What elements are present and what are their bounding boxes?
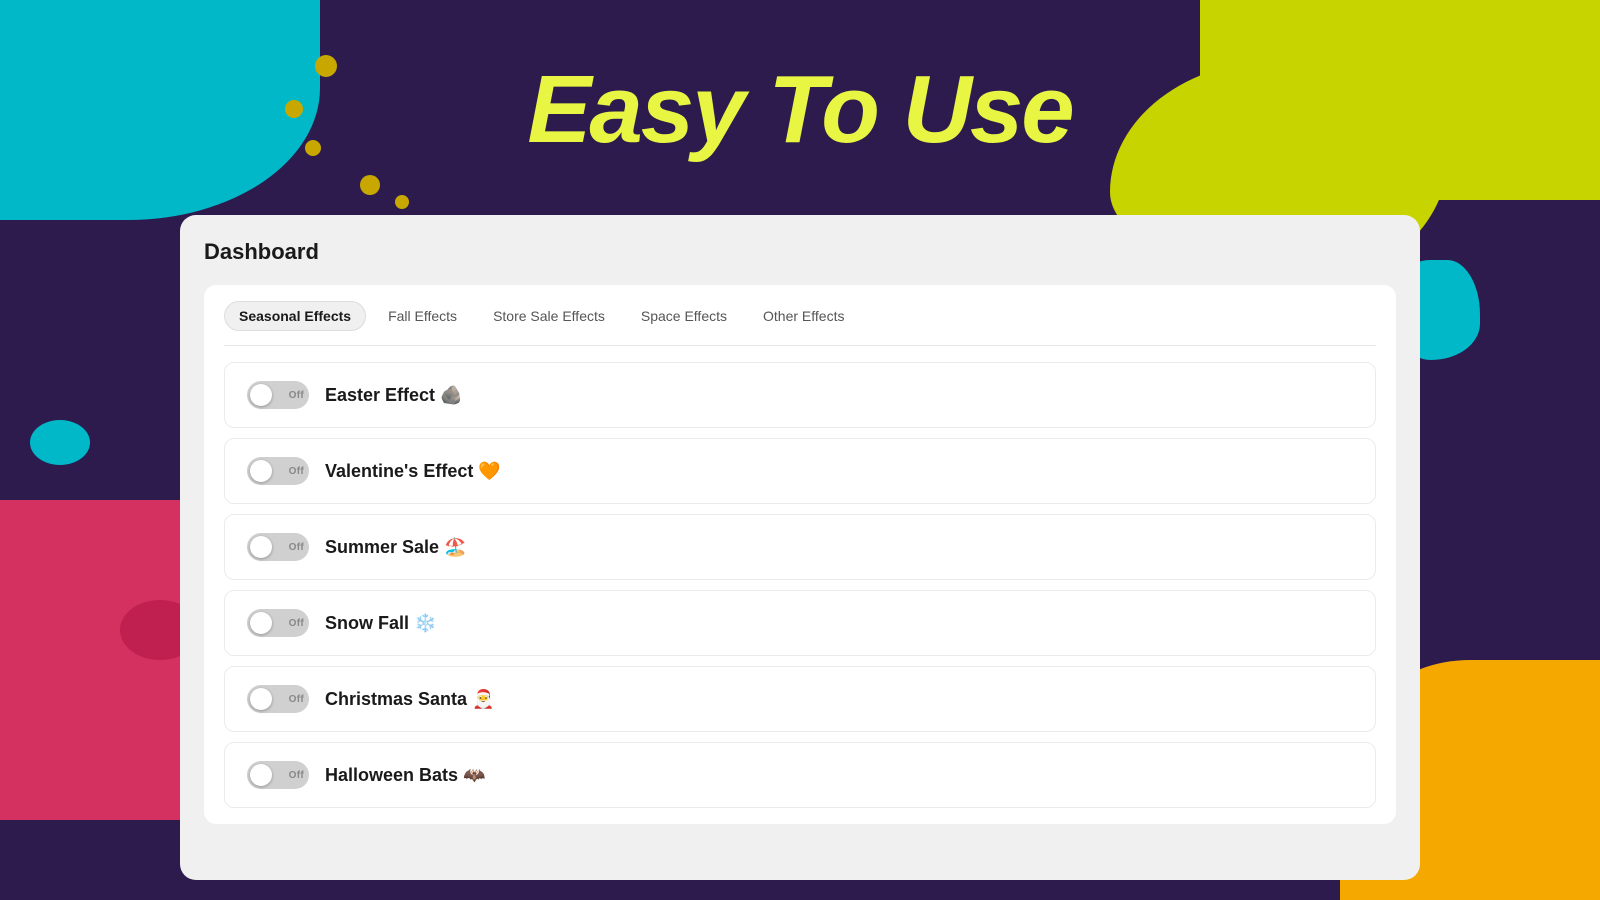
dashboard-panel: Dashboard Seasonal Effects Fall Effects St…: [180, 215, 1420, 880]
effect-label-2: Summer Sale 🏖️: [325, 537, 466, 558]
toggle-4[interactable]: Off: [247, 685, 309, 713]
effect-row-5: Off Halloween Bats 🦇: [224, 742, 1376, 808]
toggle-knob-0: [250, 384, 272, 406]
toggle-2[interactable]: Off: [247, 533, 309, 561]
effect-row-3: Off Snow Fall ❄️: [224, 590, 1376, 656]
toggle-knob-4: [250, 688, 272, 710]
toggle-1[interactable]: Off: [247, 457, 309, 485]
effects-list: Off Easter Effect 🪨 Off Valentine's Effect …: [224, 362, 1376, 808]
main-title: Easy To Use: [527, 55, 1072, 165]
tabs-container: Seasonal Effects Fall Effects Store Sale E…: [204, 285, 1396, 824]
effect-label-1: Valentine's Effect 🧡: [325, 461, 501, 482]
effect-row-1: Off Valentine's Effect 🧡: [224, 438, 1376, 504]
toggle-label-2: Off: [289, 542, 304, 553]
effect-row-0: Off Easter Effect 🪨: [224, 362, 1376, 428]
effect-label-4: Christmas Santa 🎅: [325, 689, 494, 710]
toggle-0[interactable]: Off: [247, 381, 309, 409]
toggle-label-0: Off: [289, 390, 304, 401]
toggle-label-3: Off: [289, 618, 304, 629]
toggle-knob-2: [250, 536, 272, 558]
tab-other-effects[interactable]: Other Effects: [749, 302, 858, 330]
tab-space-effects[interactable]: Space Effects: [627, 302, 741, 330]
tab-fall-effects[interactable]: Fall Effects: [374, 302, 471, 330]
toggle-knob-3: [250, 612, 272, 634]
toggle-knob-5: [250, 764, 272, 786]
toggle-label-5: Off: [289, 770, 304, 781]
bg-blob-teal-bottom-left: [30, 420, 90, 465]
toggle-label-1: Off: [289, 466, 304, 477]
header-area: Easy To Use: [0, 0, 1600, 220]
tab-store-sale-effects[interactable]: Store Sale Effects: [479, 302, 619, 330]
tabs-row: Seasonal Effects Fall Effects Store Sale E…: [224, 301, 1376, 346]
effect-label-3: Snow Fall ❄️: [325, 613, 436, 634]
effect-label-5: Halloween Bats 🦇: [325, 765, 485, 786]
toggle-label-4: Off: [289, 694, 304, 705]
dashboard-title: Dashboard: [204, 239, 1396, 265]
toggle-3[interactable]: Off: [247, 609, 309, 637]
effect-label-0: Easter Effect 🪨: [325, 385, 462, 406]
tab-seasonal-effects[interactable]: Seasonal Effects: [224, 301, 366, 331]
toggle-knob-1: [250, 460, 272, 482]
toggle-5[interactable]: Off: [247, 761, 309, 789]
effect-row-4: Off Christmas Santa 🎅: [224, 666, 1376, 732]
effect-row-2: Off Summer Sale 🏖️: [224, 514, 1376, 580]
